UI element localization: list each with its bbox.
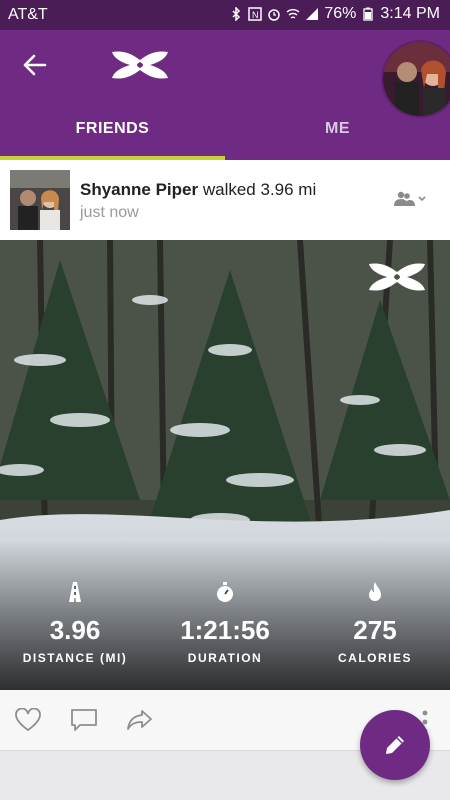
road-icon	[69, 582, 81, 602]
calories-value: 275	[353, 615, 397, 645]
clock: 3:14 PM	[380, 5, 440, 22]
battery-icon	[363, 7, 374, 21]
comment-icon[interactable]	[70, 708, 98, 732]
battery-percent: 76%	[324, 5, 357, 22]
stat-calories: 275 CALORIES	[300, 580, 450, 690]
alarm-icon	[268, 9, 281, 21]
pencil-icon	[386, 736, 404, 754]
feed-item-header: Shyanne Piper walked 3.96 mi just now	[0, 160, 450, 240]
signal-icon	[306, 8, 319, 20]
tab-me[interactable]: ME	[225, 110, 450, 160]
under-armour-watermark	[369, 263, 425, 291]
friends-visibility-icon[interactable]	[393, 190, 427, 210]
flame-icon	[369, 582, 381, 601]
compose-button[interactable]	[360, 710, 430, 780]
carrier-label: AT&T	[8, 6, 48, 23]
nfc-icon: N	[248, 7, 263, 21]
duration-label: DURATION	[187, 651, 263, 665]
stat-duration: 1:21:56 DURATION	[150, 580, 300, 690]
tab-bar: FRIENDS ME	[0, 110, 450, 160]
stat-distance: 3.96 DISTANCE (MI)	[0, 580, 150, 690]
activity-photo: 3.96 DISTANCE (MI) 1:21:56 DURATION 275 …	[0, 240, 450, 690]
heart-icon[interactable]	[14, 708, 42, 732]
user-name[interactable]: Shyanne Piper	[80, 180, 198, 199]
activity-stats: 3.96 DISTANCE (MI) 1:21:56 DURATION 275 …	[0, 580, 450, 690]
user-avatar[interactable]	[10, 170, 70, 230]
status-bar: AT&T N 76% 3:14 PM	[0, 0, 450, 30]
share-icon[interactable]	[126, 708, 154, 732]
under-armour-logo	[112, 51, 168, 79]
bluetooth-icon	[232, 7, 241, 21]
distance-value: 3.96	[49, 615, 101, 645]
stopwatch-icon	[217, 582, 233, 602]
wifi-icon	[286, 9, 300, 19]
tab-friends[interactable]: FRIENDS	[0, 110, 225, 160]
status-icons: N 76% 3:14 PM	[229, 5, 440, 23]
activity-text: walked 3.96 mi	[202, 180, 317, 199]
profile-avatar[interactable]	[381, 40, 450, 118]
duration-value: 1:21:56	[180, 615, 270, 645]
post-time: just now	[80, 204, 139, 221]
app-header: FRIENDS ME	[0, 30, 450, 160]
back-arrow-icon[interactable]	[22, 52, 48, 78]
activity-summary: Shyanne Piper walked 3.96 mi	[80, 180, 316, 200]
calories-label: CALORIES	[337, 651, 412, 665]
distance-label: DISTANCE (MI)	[22, 651, 128, 665]
svg-text:N: N	[252, 10, 259, 20]
